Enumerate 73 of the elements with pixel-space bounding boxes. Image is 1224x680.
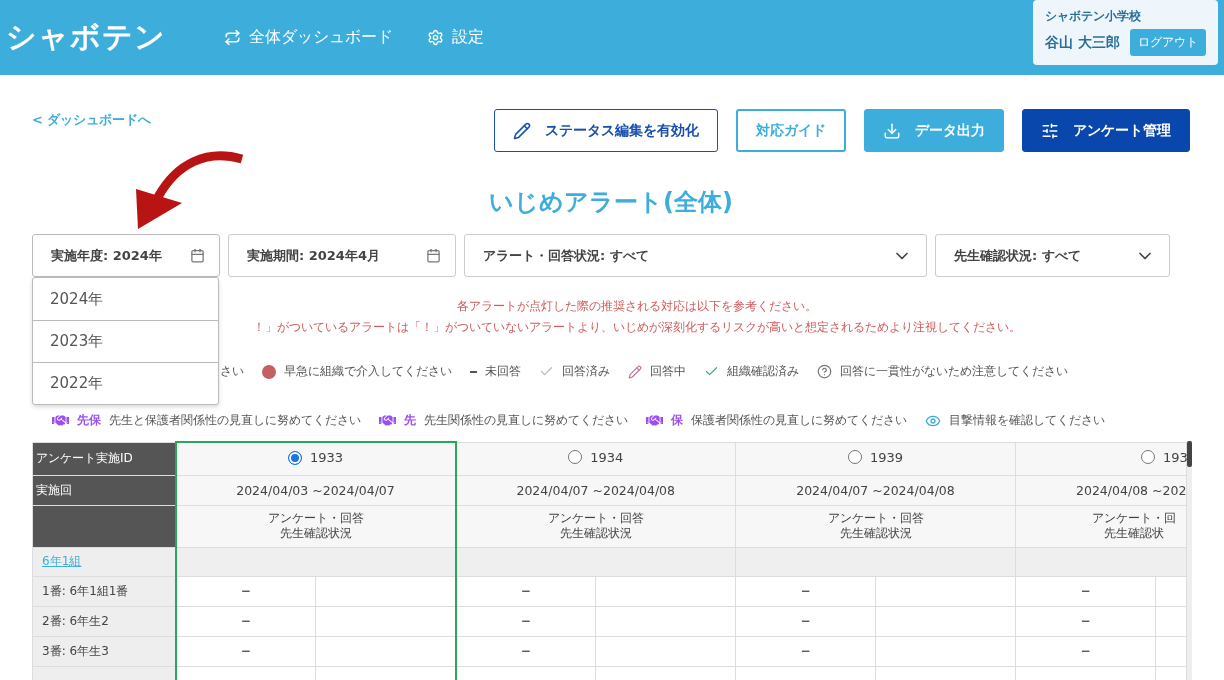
download-icon	[883, 121, 901, 140]
answer-status: −	[735, 636, 876, 666]
legend-text: 保護者関係性の見直しに努めてください	[691, 412, 907, 429]
legend-text: さい	[220, 363, 244, 380]
survey-radio[interactable]: 1934	[568, 449, 624, 465]
answer-status: −	[175, 606, 316, 636]
answer-status: −	[1015, 576, 1156, 606]
dropdown-option[interactable]: 2022年	[33, 362, 218, 404]
pencil-icon	[628, 364, 642, 379]
page-title: いじめアラート(全体)	[488, 187, 734, 218]
legend-text: 回答に一貫性がないため注意してください	[840, 363, 1068, 380]
answer-status: −	[455, 576, 596, 606]
period-text: 2024/04/07 ~2024/04/08	[796, 482, 955, 498]
logo: シャボテン	[6, 18, 166, 56]
answer-status: −	[175, 636, 316, 666]
period-text: 2024/04/03 ~2024/04/07	[236, 482, 395, 498]
legend-tag: 先	[404, 412, 416, 429]
filter-field[interactable]: 実施期間: 2024年4月	[228, 234, 456, 277]
scrollbar[interactable]	[1187, 441, 1192, 680]
legend-text: 回答済み	[562, 363, 610, 380]
pencil-icon	[513, 121, 531, 140]
answer-status: −	[455, 636, 596, 666]
action-button[interactable]: ステータス編集を有効化	[494, 109, 718, 152]
legend-text: 先生関係性の見直しに努めてください	[424, 412, 628, 429]
dot-icon	[262, 364, 276, 379]
row-header: アンケート実施ID	[32, 442, 176, 475]
question-icon	[817, 364, 832, 379]
settings-icon	[427, 29, 444, 46]
sliders-icon	[1041, 121, 1059, 140]
calendar-icon	[190, 248, 205, 263]
school-name: シャボテン小学校	[1045, 8, 1143, 25]
legend-tag: 保	[671, 412, 683, 429]
answer-status: −	[455, 606, 596, 636]
notice-text: 各アラートが点灯した際の推奨される対応は以下を参考ください。	[457, 299, 817, 314]
legend-text: 目撃情報を確認してください	[949, 412, 1105, 429]
survey-radio[interactable]: 1939	[847, 449, 904, 465]
legend-text: 未回答	[485, 363, 521, 380]
legend-text: 組織確認済み	[727, 363, 799, 380]
filter-field[interactable]: 先生確認状況: すべて	[935, 234, 1170, 277]
answer-status: −	[1015, 606, 1156, 636]
student-name: 2番: 6年生2	[32, 606, 176, 636]
student-name: 1番: 6年1組1番	[32, 576, 176, 606]
legend-tag: 先保	[77, 412, 101, 429]
filter-field[interactable]: アラート・回答状況: すべて	[464, 234, 927, 277]
swap-icon	[224, 29, 241, 46]
answer-status: −	[735, 606, 876, 636]
student-name: 3番: 6年生3	[32, 636, 176, 666]
period-text: 2024/04/08 ~202	[1076, 482, 1187, 498]
answer-status: −	[175, 576, 316, 606]
legend-text: 先生と保護者関係性の見直しに努めてください	[109, 412, 361, 429]
dash-icon	[470, 370, 477, 373]
answer-status: −	[735, 576, 876, 606]
period-text: 2024/04/07 ~2024/04/08	[516, 482, 675, 498]
status-header-text: アンケート・回答 先生確認状況	[827, 511, 924, 541]
handshake-icon	[52, 412, 69, 429]
filter-field[interactable]: 実施年度: 2024年	[32, 234, 220, 277]
legend-text: 回答中	[650, 363, 686, 380]
dropdown-option[interactable]: 2024年	[33, 278, 218, 320]
user-name: 谷山 大三郎	[1045, 33, 1120, 52]
status-header-text: アンケート・回答 先生確認状況	[547, 511, 644, 541]
answer-status: −	[1015, 636, 1156, 666]
handshake-icon	[379, 412, 396, 429]
notice-text: ！」がついているアラートは「！」がついていないアラートより、いじめが深刻化するリスクが高いと想定されるためより注視してください。	[253, 320, 1021, 335]
dropdown-option[interactable]: 2023年	[33, 320, 218, 362]
handshake-icon	[646, 412, 663, 429]
survey-radio[interactable]: 193	[1141, 449, 1188, 465]
legend-text: 早急に組織で介入してください	[284, 363, 452, 380]
survey-radio[interactable]: 1933	[287, 450, 344, 465]
calendar-icon	[426, 248, 441, 263]
status-header-text: アンケート・回 先生確認状	[1092, 511, 1176, 541]
action-button[interactable]: アンケート管理	[1022, 109, 1190, 152]
status-header-text: アンケート・回答 先生確認状況	[267, 511, 364, 541]
row-header: 実施回	[32, 475, 176, 505]
